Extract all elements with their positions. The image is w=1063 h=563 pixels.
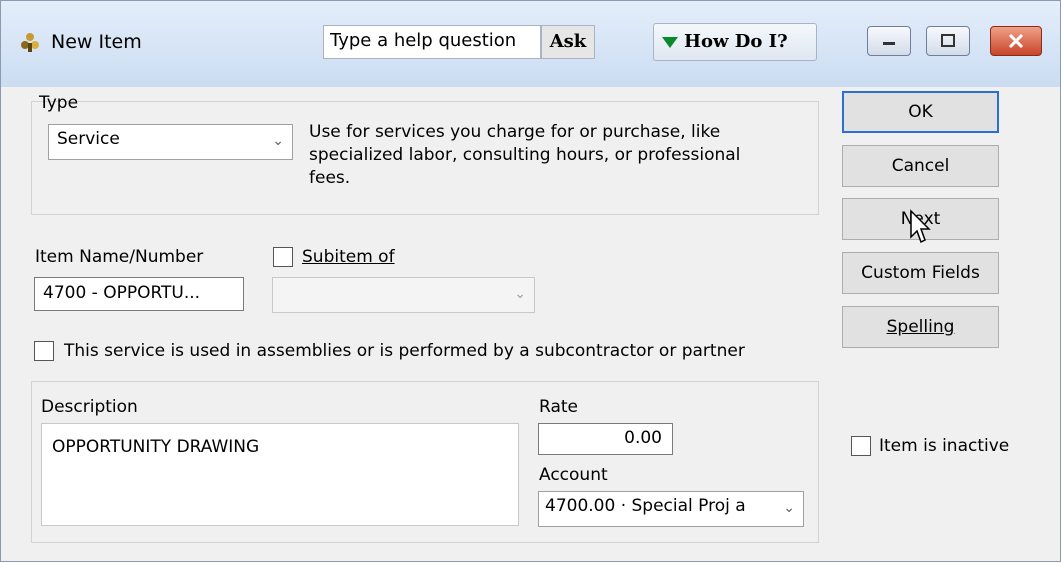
maximize-icon (941, 34, 955, 47)
type-description: Use for services you charge for or purch… (309, 121, 740, 190)
account-select[interactable]: 4700.00 · Special Proj a ⌄ (538, 491, 804, 527)
subitem-checkbox[interactable] (273, 247, 293, 267)
subitem-label-text: Subitem of (302, 247, 395, 267)
window-title: New Item (51, 31, 142, 53)
description-value: OPPORTUNITY DRAWING (52, 437, 260, 457)
minimize-icon (883, 42, 895, 45)
mouse-pointer-icon (910, 209, 931, 244)
how-do-i-label: How Do I? (684, 31, 788, 52)
type-description-line-3: fees. (309, 168, 351, 188)
type-description-line-2: specialized labor, consulting hours, or … (309, 145, 741, 165)
chevron-down-icon: ⌄ (783, 500, 795, 516)
close-button[interactable] (990, 26, 1042, 56)
rate-value: 0.00 (624, 428, 662, 448)
subitem-select[interactable]: ⌄ (272, 277, 535, 313)
description-label: Description (41, 397, 138, 417)
spelling-button[interactable]: Spelling (842, 306, 999, 348)
type-description-line-1: Use for services you charge for or purch… (309, 122, 721, 142)
subitem-label: Subitem of (302, 247, 395, 267)
rate-input[interactable]: 0.00 (538, 423, 673, 455)
ask-button[interactable]: Ask (541, 25, 595, 59)
rate-label: Rate (539, 397, 578, 417)
description-textarea[interactable]: OPPORTUNITY DRAWING (41, 423, 519, 526)
close-icon (1008, 33, 1024, 49)
inactive-label: Item is inactive (879, 436, 1010, 456)
assemblies-label: This service is used in assemblies or is… (64, 341, 745, 361)
minimize-button[interactable] (867, 26, 911, 56)
inactive-checkbox[interactable] (851, 436, 871, 456)
new-item-window: New Item Type a help question Ask How Do… (0, 0, 1061, 562)
item-name-input[interactable]: 4700 - OPPORTU... (34, 277, 244, 311)
chevron-down-icon: ⌄ (514, 286, 526, 302)
chevron-down-icon: ⌄ (272, 133, 284, 149)
custom-fields-button[interactable]: Custom Fields (842, 252, 999, 294)
app-icon (21, 33, 39, 52)
dropdown-triangle-icon (662, 36, 678, 48)
type-select[interactable]: Service ⌄ (48, 124, 293, 160)
item-name-value: 4700 - OPPORTU... (43, 283, 201, 303)
maximize-button[interactable] (926, 26, 970, 56)
type-selected-value: Service (57, 129, 120, 149)
spelling-label: Spelling (886, 317, 955, 337)
type-label: Type (39, 93, 79, 113)
item-name-label: Item Name/Number (35, 247, 204, 267)
title-bar: New Item Type a help question Ask How Do… (1, 1, 1060, 87)
how-do-i-button[interactable]: How Do I? (653, 23, 817, 61)
account-label: Account (539, 465, 608, 485)
assemblies-checkbox[interactable] (34, 341, 54, 361)
account-value: 4700.00 · Special Proj a (545, 496, 746, 516)
help-search-input[interactable]: Type a help question (323, 25, 541, 59)
cancel-button[interactable]: Cancel (842, 145, 999, 187)
ok-button[interactable]: OK (842, 91, 999, 133)
